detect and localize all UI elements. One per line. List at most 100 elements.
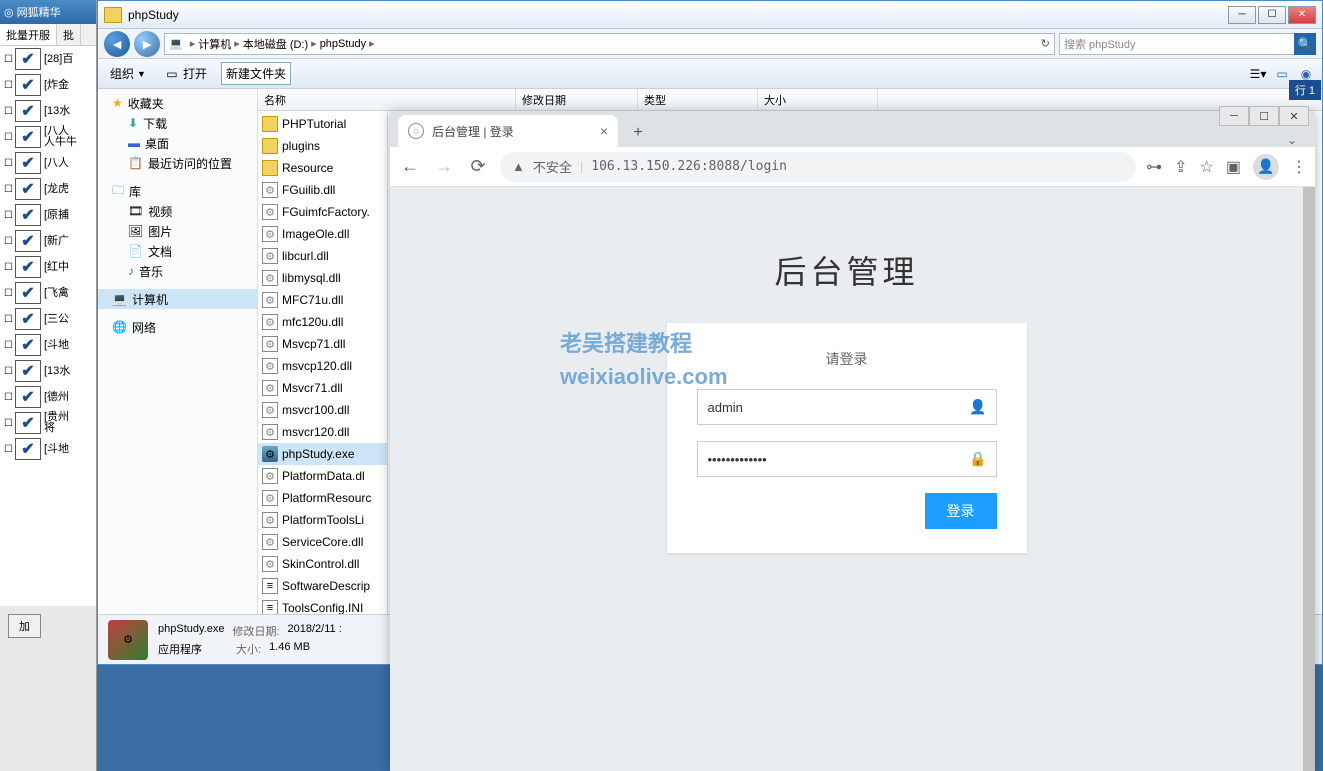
tab-expand-icon[interactable]: ⌄ [1287, 133, 1297, 147]
file-row[interactable]: ⚙MFC71u.dll [258, 289, 387, 311]
open-button[interactable]: ▭ 打开 [160, 63, 211, 84]
list-item[interactable]: ☐✔[13水 [0, 98, 96, 124]
list-item[interactable]: ☐✔[龙虎 [0, 176, 96, 202]
nav-forward-button[interactable]: ► [134, 31, 160, 57]
list-item[interactable]: ☐✔[八人 [0, 150, 96, 176]
check-icon[interactable]: ✔ [15, 386, 41, 408]
minimize-button[interactable]: ─ [1228, 6, 1256, 24]
new-folder-button[interactable]: 新建文件夹 [221, 62, 291, 85]
check-icon[interactable]: ✔ [15, 126, 41, 148]
profile-avatar[interactable]: 👤 [1253, 154, 1279, 180]
url-bar[interactable]: ▲ 不安全 | 106.13.150.226:8088/login [500, 152, 1136, 182]
bc-computer[interactable]: 计算机 [198, 36, 231, 52]
close-button[interactable]: ✕ [1288, 6, 1316, 24]
browser-forward[interactable]: → [432, 155, 456, 179]
preview-pane-icon[interactable]: ▭ [1274, 66, 1290, 82]
check-icon[interactable]: ✔ [15, 204, 41, 226]
nav-videos[interactable]: 🎞视频 [98, 201, 257, 221]
nav-computer[interactable]: 💻计算机 [98, 289, 257, 309]
nav-recent[interactable]: 📋最近访问的位置 [98, 153, 257, 173]
bc-drive[interactable]: 本地磁盘 (D:) [243, 36, 308, 52]
new-tab-button[interactable]: + [624, 119, 652, 147]
check-icon[interactable]: ✔ [15, 438, 41, 460]
file-row[interactable]: ⚙mfc120u.dll [258, 311, 387, 333]
list-item[interactable]: ☐✔[斗地 [0, 332, 96, 358]
list-item[interactable]: ☐✔[炸金 [0, 72, 96, 98]
list-item[interactable]: ☐✔[新广 [0, 228, 96, 254]
browser-scrollbar[interactable] [1303, 187, 1315, 771]
file-row[interactable]: ≡ToolsConfig.INI [258, 597, 387, 614]
file-row[interactable]: ⚙PlatformToolsLi [258, 509, 387, 531]
list-item[interactable]: ☐✔[八人 人牛牛 [0, 124, 96, 150]
check-icon[interactable]: ✔ [15, 308, 41, 330]
file-row[interactable]: ⚙FGuilib.dll [258, 179, 387, 201]
file-row[interactable]: PHPTutorial [258, 113, 387, 135]
file-row[interactable]: ⚙phpStudy.exe [258, 443, 387, 465]
browser-reload[interactable]: ⟳ [466, 155, 490, 179]
col-date[interactable]: 修改日期 [516, 89, 638, 110]
tab-close-icon[interactable]: × [600, 123, 608, 139]
nav-documents[interactable]: 📄文档 [98, 241, 257, 261]
check-icon[interactable]: ✔ [15, 282, 41, 304]
nav-libraries[interactable]: 🗀库 [98, 181, 257, 201]
browser-back[interactable]: ← [398, 155, 422, 179]
key-icon[interactable]: ⊶ [1146, 157, 1162, 177]
check-icon[interactable]: ✔ [15, 256, 41, 278]
file-row[interactable]: ⚙libcurl.dll [258, 245, 387, 267]
breadcrumb[interactable]: 💻 ▸ 计算机 ▸ 本地磁盘 (D:) ▸ phpStudy ▸ ↻ [164, 33, 1055, 55]
menu-icon[interactable]: ⋮ [1291, 157, 1307, 177]
list-item[interactable]: ☐✔[贵州 将 [0, 410, 96, 436]
file-row[interactable]: plugins [258, 135, 387, 157]
search-button[interactable]: 🔍 [1294, 33, 1316, 55]
list-item[interactable]: ☐✔[斗地 [0, 436, 96, 462]
check-icon[interactable]: ✔ [15, 230, 41, 252]
nav-music[interactable]: ♪音乐 [98, 261, 257, 281]
maximize-button[interactable]: ☐ [1258, 6, 1286, 24]
check-icon[interactable]: ✔ [15, 152, 41, 174]
file-row[interactable]: ⚙SkinControl.dll [258, 553, 387, 575]
bookmark-icon[interactable]: ☆ [1200, 157, 1214, 177]
view-options-icon[interactable]: ☰▾ [1250, 66, 1266, 82]
extensions-icon[interactable]: ▣ [1226, 157, 1241, 177]
nav-back-button[interactable]: ◄ [104, 31, 130, 57]
browser-maximize[interactable]: ☐ [1249, 106, 1279, 126]
list-item[interactable]: ☐✔[28]百 [0, 46, 96, 72]
file-row[interactable]: ⚙msvcr120.dll [258, 421, 387, 443]
col-name[interactable]: 名称 [258, 89, 516, 110]
search-input[interactable]: 搜索 phpStudy [1059, 33, 1295, 55]
share-icon[interactable]: ⇪ [1174, 157, 1187, 177]
file-row[interactable]: ⚙ServiceCore.dll [258, 531, 387, 553]
bg-tab-other[interactable]: 批 [57, 24, 81, 45]
check-icon[interactable]: ✔ [15, 360, 41, 382]
col-type[interactable]: 类型 [638, 89, 758, 110]
check-icon[interactable]: ✔ [15, 412, 41, 434]
bg-add-button[interactable]: 加 [8, 614, 41, 638]
check-icon[interactable]: ✔ [15, 334, 41, 356]
nav-pictures[interactable]: 🖼图片 [98, 221, 257, 241]
list-item[interactable]: ☐✔[三公 [0, 306, 96, 332]
refresh-icon[interactable]: ↻ [1041, 37, 1050, 50]
explorer-titlebar[interactable]: phpStudy ─ ☐ ✕ [98, 1, 1322, 29]
organize-menu[interactable]: 组织▼ [106, 63, 150, 84]
nav-downloads[interactable]: ⬇下载 [98, 113, 257, 133]
password-input[interactable] [697, 441, 997, 477]
file-row[interactable]: Resource [258, 157, 387, 179]
username-input[interactable] [697, 389, 997, 425]
file-row[interactable]: ≡SoftwareDescrip [258, 575, 387, 597]
file-row[interactable]: ⚙msvcp120.dll [258, 355, 387, 377]
check-icon[interactable]: ✔ [15, 100, 41, 122]
file-row[interactable]: ⚙Msvcr71.dll [258, 377, 387, 399]
browser-close[interactable]: ✕ [1279, 106, 1309, 126]
file-row[interactable]: ⚙FGuimfcFactory. [258, 201, 387, 223]
login-button[interactable]: 登录 [925, 493, 997, 529]
nav-favorites[interactable]: ★ 收藏夹 [98, 93, 257, 113]
list-item[interactable]: ☐✔[飞禽 [0, 280, 96, 306]
bg-tab-batch[interactable]: 批量开服 [0, 24, 57, 45]
file-row[interactable]: ⚙ImageOle.dll [258, 223, 387, 245]
check-icon[interactable]: ✔ [15, 74, 41, 96]
file-row[interactable]: ⚙PlatformData.dl [258, 465, 387, 487]
file-row[interactable]: ⚙msvcr100.dll [258, 399, 387, 421]
bc-folder[interactable]: phpStudy [320, 38, 366, 50]
file-row[interactable]: ⚙PlatformResourc [258, 487, 387, 509]
list-item[interactable]: ☐✔[红中 [0, 254, 96, 280]
